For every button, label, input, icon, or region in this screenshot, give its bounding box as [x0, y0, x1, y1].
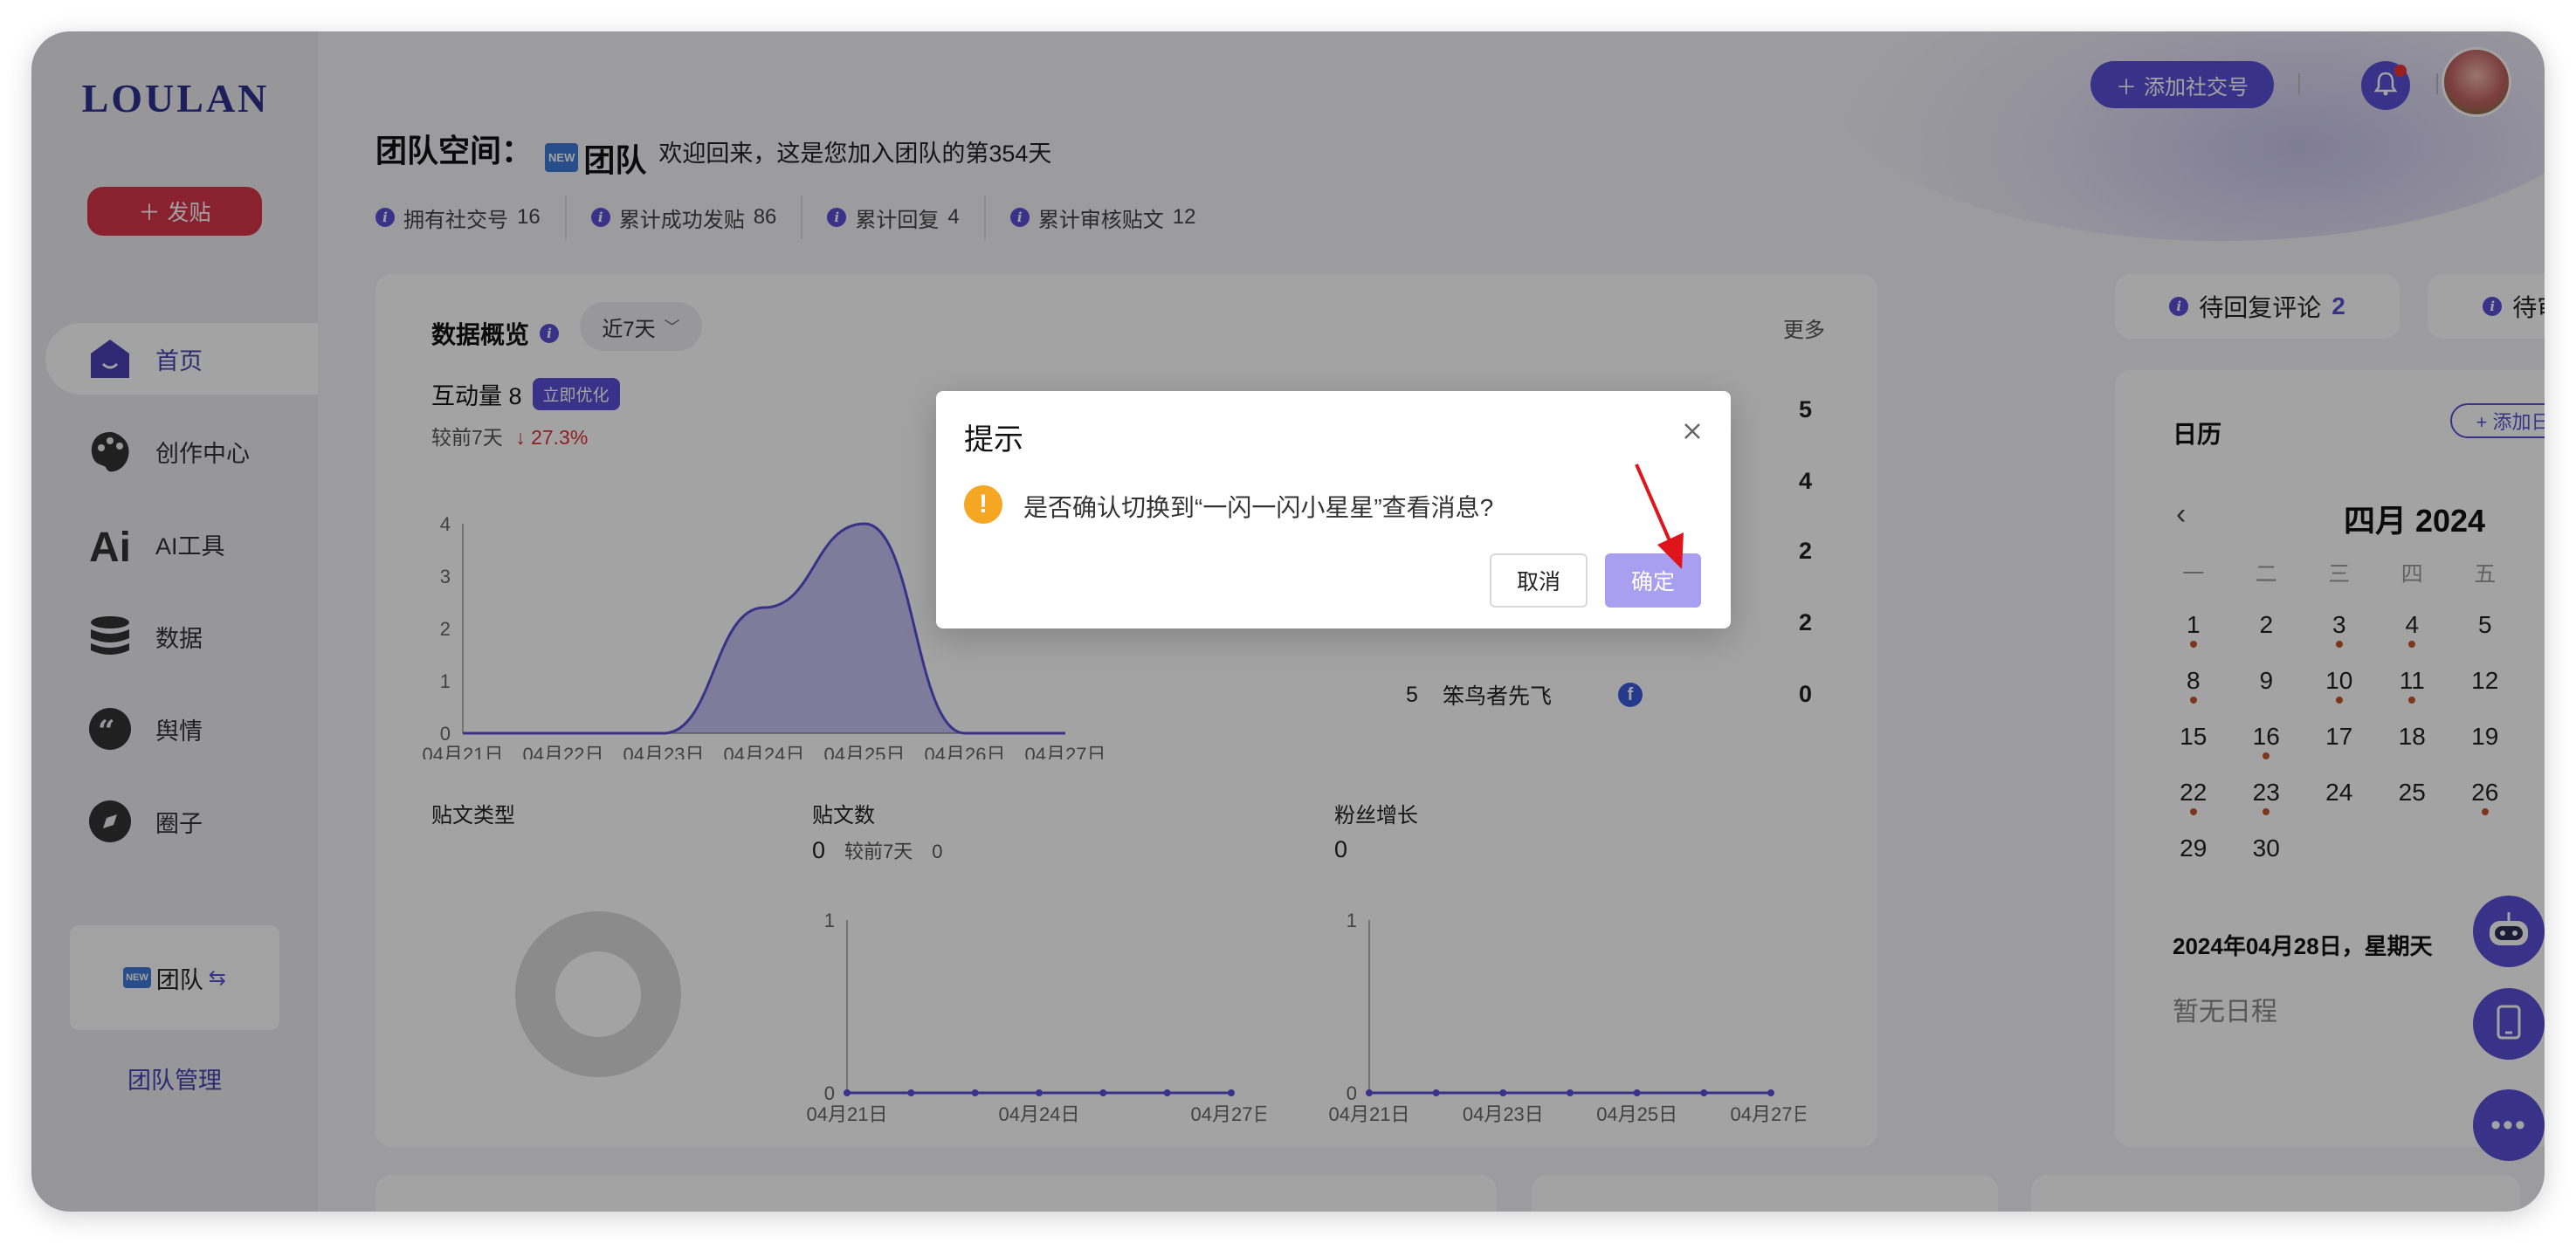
warning-icon: ! — [964, 485, 1002, 524]
close-icon[interactable] — [1680, 419, 1705, 443]
dialog-title: 提示 — [964, 423, 1023, 457]
pointer-arrow-icon — [1635, 464, 1684, 569]
confirm-dialog: 提示 ! 是否确认切换到“一闪一闪小星星”查看消息? 取消 确定 — [936, 391, 1731, 628]
dialog-message: 是否确认切换到“一闪一闪小星星”查看消息? — [1023, 494, 1494, 521]
cancel-button[interactable]: 取消 — [1490, 553, 1588, 608]
